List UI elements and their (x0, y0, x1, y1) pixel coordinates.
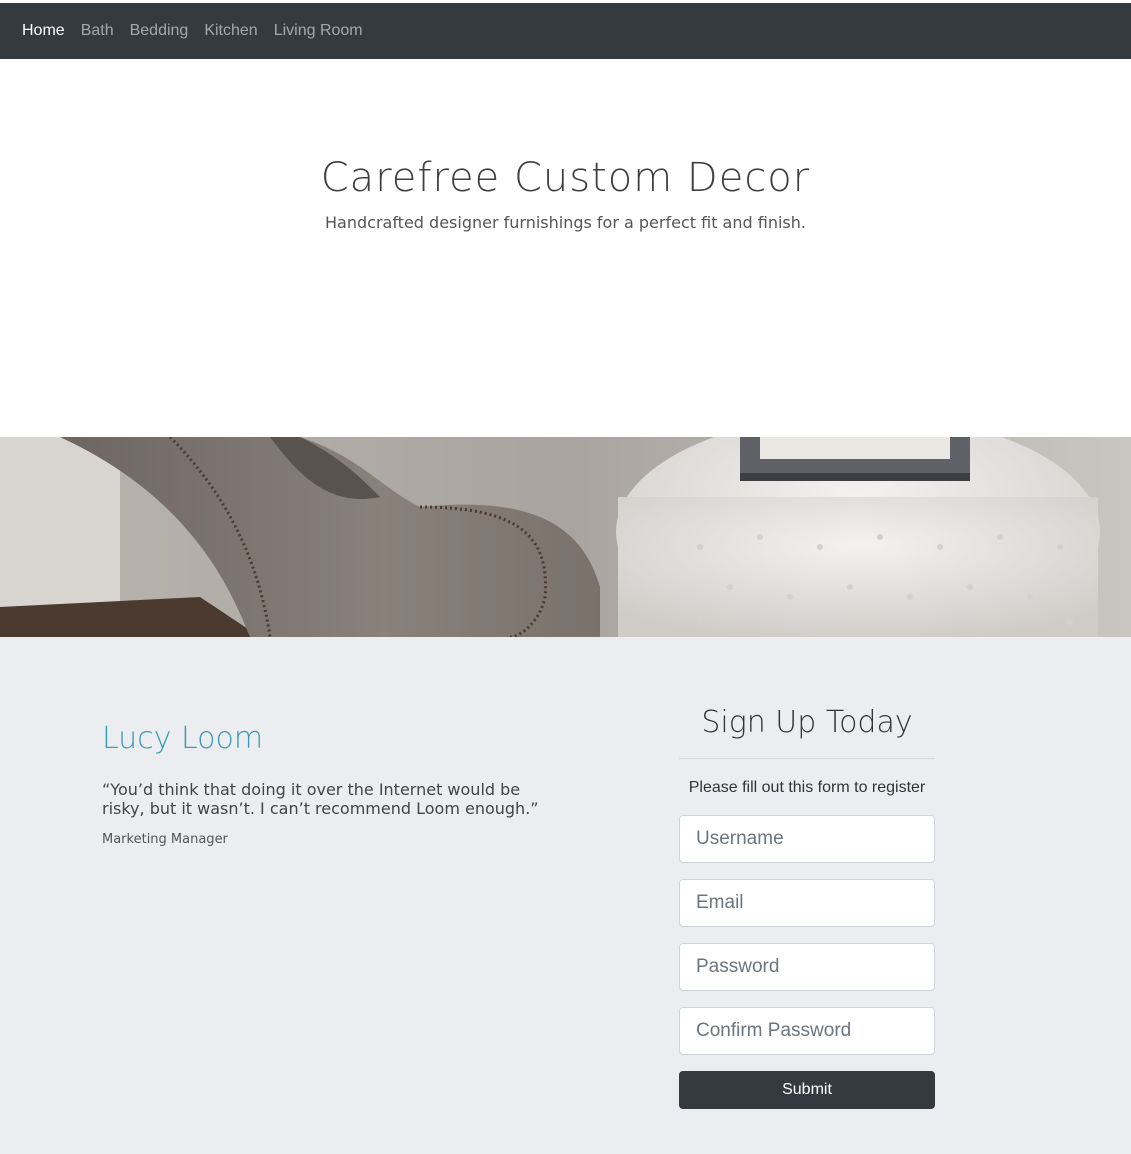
living-room-photo (0, 437, 1131, 637)
nav-living-room[interactable]: Living Room (274, 22, 363, 40)
password-field[interactable] (679, 943, 935, 991)
navbar: Home Bath Bedding Kitchen Living Room (0, 3, 1131, 59)
hero-subtitle: Handcrafted designer furnishings for a p… (325, 213, 806, 232)
nav-home[interactable]: Home (22, 22, 65, 40)
signup-instructions: Please fill out this form to register (688, 779, 926, 796)
testimonial: Lucy Loom “You’d think that doing it ove… (102, 721, 562, 847)
hero-title: Carefree Custom Decor (320, 155, 811, 201)
testimonial-name: Lucy Loom (102, 721, 264, 756)
signup-form: Sign Up Today Please fill out this form … (679, 705, 935, 1109)
submit-button[interactable]: Submit (679, 1071, 935, 1109)
nav-kitchen[interactable]: Kitchen (204, 22, 257, 40)
hero: Carefree Custom Decor Handcrafted design… (0, 59, 1131, 437)
nav-bedding[interactable]: Bedding (130, 22, 189, 40)
email-field[interactable] (679, 879, 935, 927)
testimonial-quote: “You’d think that doing it over the Inte… (102, 780, 539, 818)
testimonial-role: Marketing Manager (102, 832, 228, 847)
signup-title: Sign Up Today (701, 705, 913, 740)
banner-image (0, 437, 1131, 637)
nav-bath[interactable]: Bath (81, 22, 114, 40)
lower-section: Lucy Loom “You’d think that doing it ove… (0, 637, 1131, 1154)
username-field[interactable] (679, 815, 935, 863)
confirm-password-field[interactable] (679, 1007, 935, 1055)
divider (679, 758, 935, 759)
